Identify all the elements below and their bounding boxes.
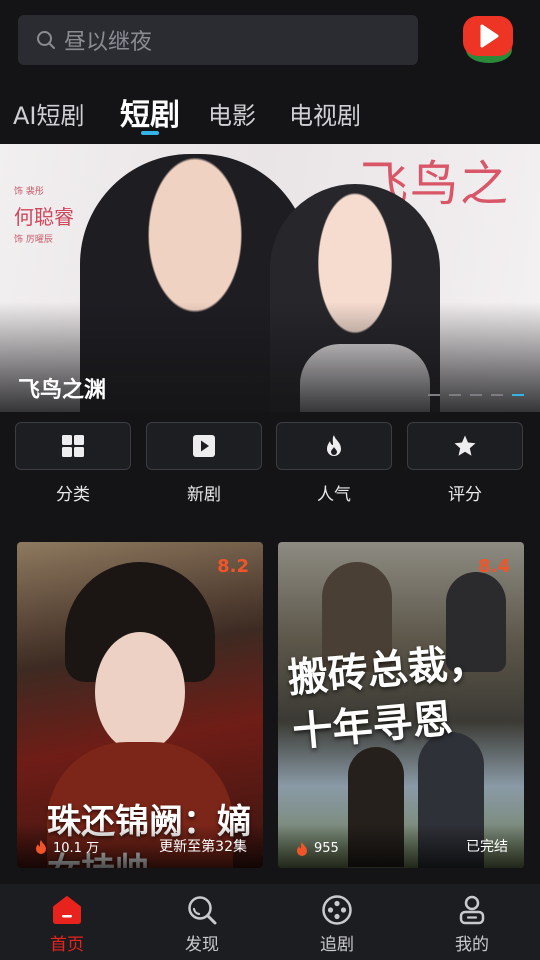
flame-icon [36,839,46,854]
drama-card[interactable]: 搬砖总裁，十年寻恩 8.4 955 已完结 [278,542,524,868]
category-box [146,422,262,470]
credit-role-bottom: 饰 厉曜辰 [14,235,53,245]
banner-cast-credit: 饰 裴彤 何聪睿 饰 厉曜辰 [14,184,74,245]
home-icon [53,896,81,924]
category-button-new[interactable]: 新剧 [146,422,262,505]
active-tab-indicator [141,131,159,135]
quick-categories: 分类 新剧 人气 评分 [0,422,540,512]
follow-icon [322,895,352,925]
search-placeholder: 昼以继夜 [64,30,153,55]
nav-item-follow[interactable]: 追剧 [287,894,387,955]
category-label: 新剧 [187,485,221,505]
tab-tv-series[interactable]: 电视剧 [289,96,361,131]
poster-title: 搬砖总裁，十年寻恩 [285,637,490,756]
star-icon [454,435,476,456]
episode-status: 更新至第32集 [159,839,247,855]
tab-ai-short-drama[interactable]: AI短剧 [13,96,85,131]
nav-label: 追剧 [320,935,354,955]
category-box [407,422,523,470]
category-button-classify[interactable]: 分类 [15,422,131,505]
credit-role-top: 饰 裴彤 [14,187,44,197]
flame-icon [297,841,307,856]
carousel-dot-active[interactable] [512,394,524,396]
tab-short-drama[interactable]: 短剧 [120,90,180,134]
view-count: 10.1 万 [35,837,99,856]
nav-label: 发现 [185,935,219,955]
banner-title: 飞鸟之渊 [18,378,107,403]
nav-item-discover[interactable]: 发现 [152,894,252,955]
nav-item-profile[interactable]: 我的 [422,894,522,955]
carousel-dot[interactable] [491,394,503,396]
nav-label: 我的 [455,935,489,955]
rating-score: 8.4 [478,556,510,577]
carousel-indicator [428,394,524,396]
drama-card[interactable]: 珠还锦阙：嫡女挂帅 8.2 10.1 万 更新至第32集 [17,542,263,868]
category-button-rating[interactable]: 评分 [407,422,523,505]
view-count-text: 955 [314,841,339,856]
search-bar[interactable]: 昼以继夜 [18,15,418,65]
profile-icon [459,895,485,925]
grid-icon [62,435,84,457]
credit-actor-name: 何聪睿 [14,205,74,229]
nav-label: 首页 [50,935,84,955]
tab-movies[interactable]: 电影 [208,96,256,131]
search-icon [37,31,55,49]
carousel-dot[interactable] [428,394,440,396]
episode-status: 已完结 [466,839,508,855]
carousel-dot[interactable] [449,394,461,396]
bottom-navigation: 首页 发现 追剧 我的 [0,884,540,960]
carousel-dot[interactable] [470,394,482,396]
app-logo-icon[interactable] [462,14,514,66]
category-tabs: AI短剧 短剧 电影 电视剧 [0,86,540,138]
flame-icon [327,435,341,456]
discover-icon [188,896,217,925]
view-count: 955 [296,841,339,856]
view-count-text: 10.1 万 [53,841,100,856]
category-label: 人气 [317,485,351,505]
play-square-icon [193,435,215,457]
rating-score: 8.2 [217,556,249,577]
poster-figure-face [95,632,185,752]
category-label: 评分 [448,485,482,505]
featured-banner[interactable]: 飞鸟之渊 饰 裴彤 何聪睿 饰 厉曜辰 飞鸟之渊 [0,144,540,412]
category-label: 分类 [56,485,90,505]
nav-item-home[interactable]: 首页 [17,894,117,955]
app-screen: 昼以继夜 AI短剧 短剧 电影 电视剧 飞鸟之渊 饰 裴彤 何聪睿 饰 厉曜辰 … [0,0,540,960]
category-box [15,422,131,470]
category-button-popular[interactable]: 人气 [276,422,392,505]
category-box [276,422,392,470]
